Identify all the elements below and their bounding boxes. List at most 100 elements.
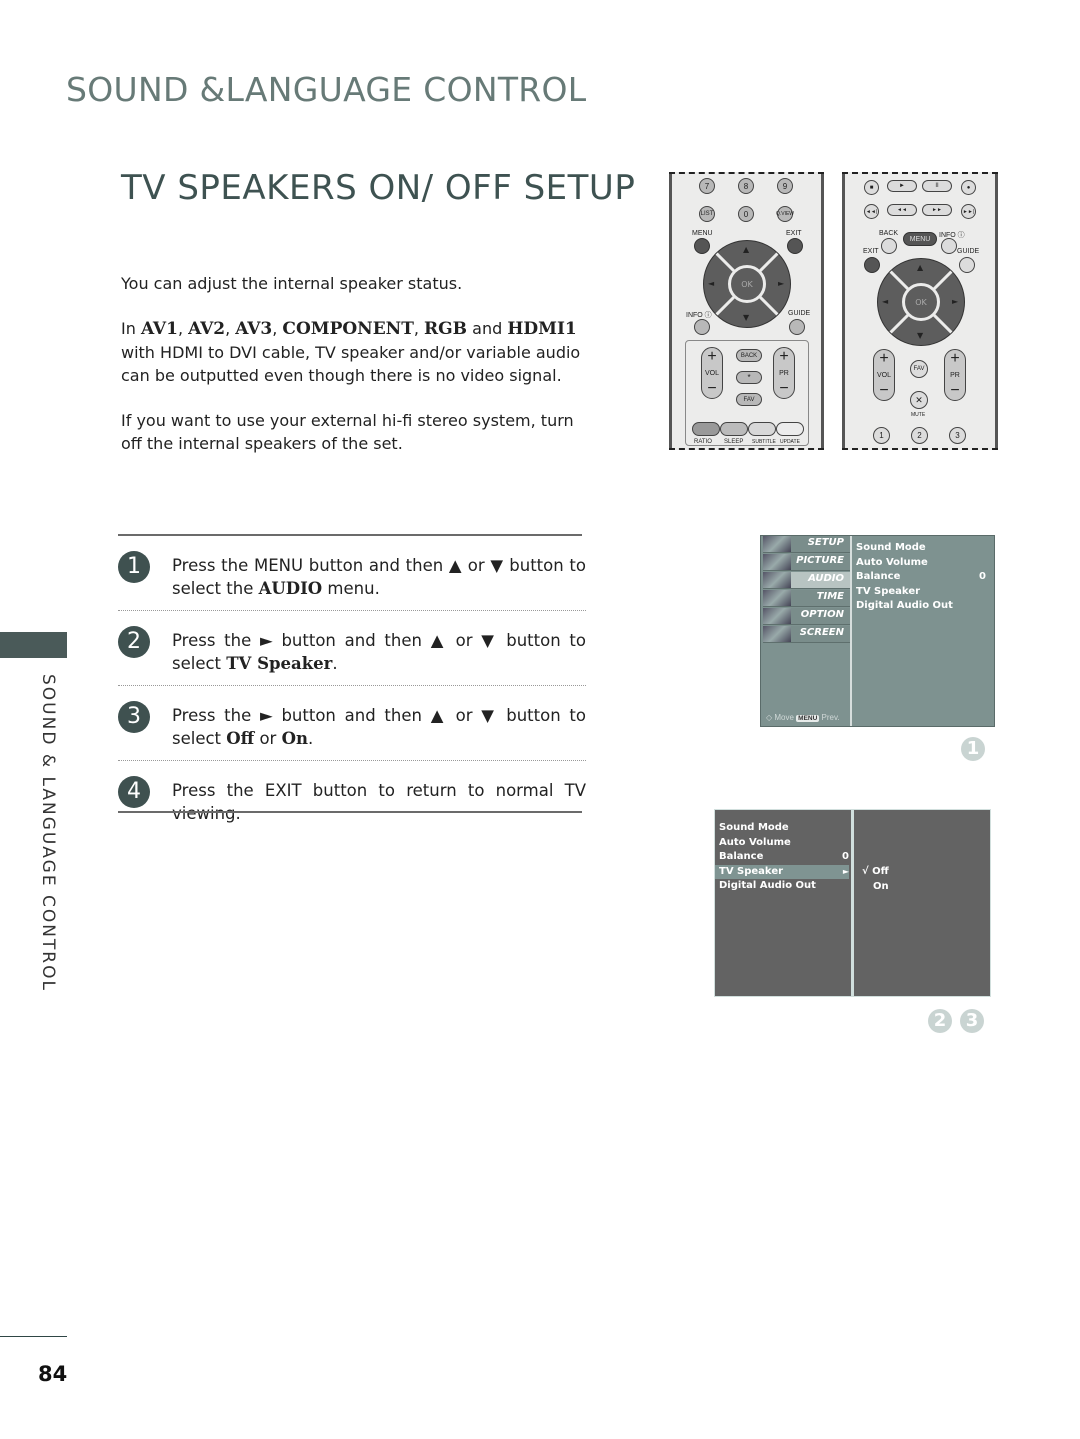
option-off: Off — [226, 729, 255, 748]
button-9[interactable]: 9 — [777, 178, 793, 194]
mute-icon[interactable]: ✕ — [910, 391, 928, 409]
osd-item-tv-speaker[interactable]: TV Speaker — [856, 585, 986, 600]
osd-item-digital-audio-out[interactable]: Digital Audio Out — [856, 599, 986, 614]
t: or — [254, 729, 282, 748]
t: . — [307, 729, 314, 748]
option-off[interactable]: √ Off — [862, 865, 889, 880]
info-button[interactable] — [941, 238, 957, 254]
up-arrow-icon[interactable]: ▲ — [743, 245, 749, 254]
nav-label: SCREEN — [799, 627, 844, 638]
button-1[interactable]: 1 — [873, 427, 890, 444]
program-rocker[interactable]: + PR − — [773, 347, 795, 399]
volume-rocker[interactable]: + VOL − — [873, 349, 895, 401]
dpad[interactable]: ▲ ▼ ◄ ► OK — [703, 240, 791, 328]
osd-item-sound-mode[interactable]: Sound Mode — [719, 821, 849, 836]
fav-button[interactable]: FAV — [736, 393, 762, 406]
osd-item-balance[interactable]: Balance 0 — [719, 850, 849, 865]
stop-button[interactable]: ■ — [864, 180, 879, 195]
nav-option[interactable]: OPTION — [763, 608, 850, 625]
up-arrow-icon[interactable]: ▲ — [917, 263, 923, 272]
section-title: SOUND &LANGUAGE CONTROL — [66, 70, 587, 109]
down-arrow-icon[interactable]: ▼ — [917, 331, 923, 340]
nav-screen[interactable]: SCREEN — [763, 626, 850, 643]
button-8[interactable]: 8 — [738, 178, 754, 194]
exit-button[interactable] — [787, 238, 803, 254]
ok-button[interactable]: OK — [902, 283, 940, 321]
osd-item-auto-volume[interactable]: Auto Volume — [719, 836, 849, 851]
button-2[interactable]: 2 — [911, 427, 928, 444]
back-button[interactable]: BACK — [736, 349, 762, 362]
subtitle-label: SUBTITLE — [752, 439, 776, 445]
button-3[interactable]: 3 — [949, 427, 966, 444]
submenu-arrow-icon: ► — [842, 866, 849, 876]
audio-thumbnail-icon — [763, 572, 791, 588]
play-button[interactable]: ► — [887, 180, 917, 192]
menu-button[interactable] — [694, 238, 710, 254]
divider-bottom — [118, 811, 582, 813]
pause-button[interactable]: II — [922, 180, 952, 192]
osd-item-balance[interactable]: Balance 0 — [856, 570, 986, 585]
menu-button[interactable]: MENU — [903, 232, 937, 246]
volume-rocker[interactable]: + VOL − — [701, 347, 723, 399]
osd-item-tv-speaker-selected[interactable]: TV Speaker ► — [715, 864, 849, 879]
right-arrow-icon[interactable]: ► — [778, 279, 784, 288]
yellow-button[interactable] — [748, 422, 776, 436]
intro-line-2: In AV1, AV2, AV3, COMPONENT, RGB and HDM… — [121, 317, 591, 387]
left-arrow-icon[interactable]: ◄ — [708, 279, 714, 288]
down-arrow-icon[interactable]: ▼ — [743, 313, 749, 322]
blue-button[interactable] — [776, 422, 804, 436]
qview-button[interactable]: Q.VIEW — [776, 206, 794, 222]
divider-top — [118, 534, 582, 536]
osd-audio-menu: SETUP PICTURE AUDIO TIME OPTION SCREEN ◇… — [760, 535, 995, 727]
program-rocker[interactable]: + PR − — [944, 349, 966, 401]
back-label: BACK — [879, 230, 899, 237]
osd-nav: SETUP PICTURE AUDIO TIME OPTION SCREEN ◇… — [761, 536, 852, 726]
osd-right-pane: √ Off On — [854, 810, 990, 996]
page-number: 84 — [38, 1362, 68, 1386]
value: 0 — [842, 851, 849, 862]
exit-button[interactable] — [864, 257, 880, 273]
nav-picture[interactable]: PICTURE — [763, 554, 850, 571]
prev-hint: Prev. — [821, 713, 840, 722]
info-button[interactable] — [694, 319, 710, 335]
nav-setup[interactable]: SETUP — [763, 536, 850, 553]
nav-audio[interactable]: AUDIO — [763, 572, 850, 589]
back-button[interactable] — [881, 238, 897, 254]
record-button[interactable]: ● — [961, 180, 976, 195]
button-0[interactable]: 0 — [738, 206, 754, 222]
star-button[interactable]: * — [736, 371, 762, 384]
red-button[interactable] — [692, 422, 720, 436]
page-title: TV SPEAKERS ON/ OFF SETUP — [121, 168, 636, 208]
guide-button[interactable] — [789, 319, 805, 335]
menu-name: AUDIO — [258, 579, 323, 598]
left-arrow-icon[interactable]: ◄ — [882, 297, 888, 306]
dpad[interactable]: ▲ ▼ ◄ ► OK — [877, 258, 965, 346]
green-button[interactable] — [720, 422, 748, 436]
guide-label: GUIDE — [788, 310, 811, 317]
intro-suffix: with HDMI to DVI cable, TV speaker and/o… — [121, 343, 581, 385]
mute-label: MUTE — [911, 412, 926, 418]
rewind-button[interactable]: ◄◄ — [887, 204, 917, 216]
vol-label: VOL — [704, 369, 719, 377]
step-number: 3 — [118, 701, 150, 733]
osd-item-auto-volume[interactable]: Auto Volume — [856, 556, 986, 571]
item-name: TV Speaker — [226, 654, 333, 673]
nav-time[interactable]: TIME — [763, 590, 850, 607]
option-on[interactable]: On — [862, 880, 889, 895]
skip-back-button[interactable]: ◄◄| — [864, 204, 879, 219]
guide-button[interactable] — [959, 257, 975, 273]
skip-forward-button[interactable]: ►►| — [961, 204, 976, 219]
fast-forward-button[interactable]: ►► — [922, 204, 952, 216]
ok-button[interactable]: OK — [728, 265, 766, 303]
sep: , — [272, 319, 283, 338]
time-thumbnail-icon — [763, 590, 791, 606]
list-button[interactable]: LIST — [699, 206, 715, 222]
right-arrow-icon[interactable]: ► — [952, 297, 958, 306]
intro-line-1: You can adjust the internal speaker stat… — [121, 274, 463, 293]
fav-button[interactable]: FAV — [910, 360, 928, 378]
step-4: 4 Press the EXIT button to return to nor… — [118, 773, 586, 835]
osd-item-digital-audio-out[interactable]: Digital Audio Out — [719, 879, 849, 894]
button-7[interactable]: 7 — [699, 178, 715, 194]
osd-items: Sound Mode Auto Volume Balance 0 TV Speak… — [856, 541, 986, 614]
osd-item-sound-mode[interactable]: Sound Mode — [856, 541, 986, 556]
